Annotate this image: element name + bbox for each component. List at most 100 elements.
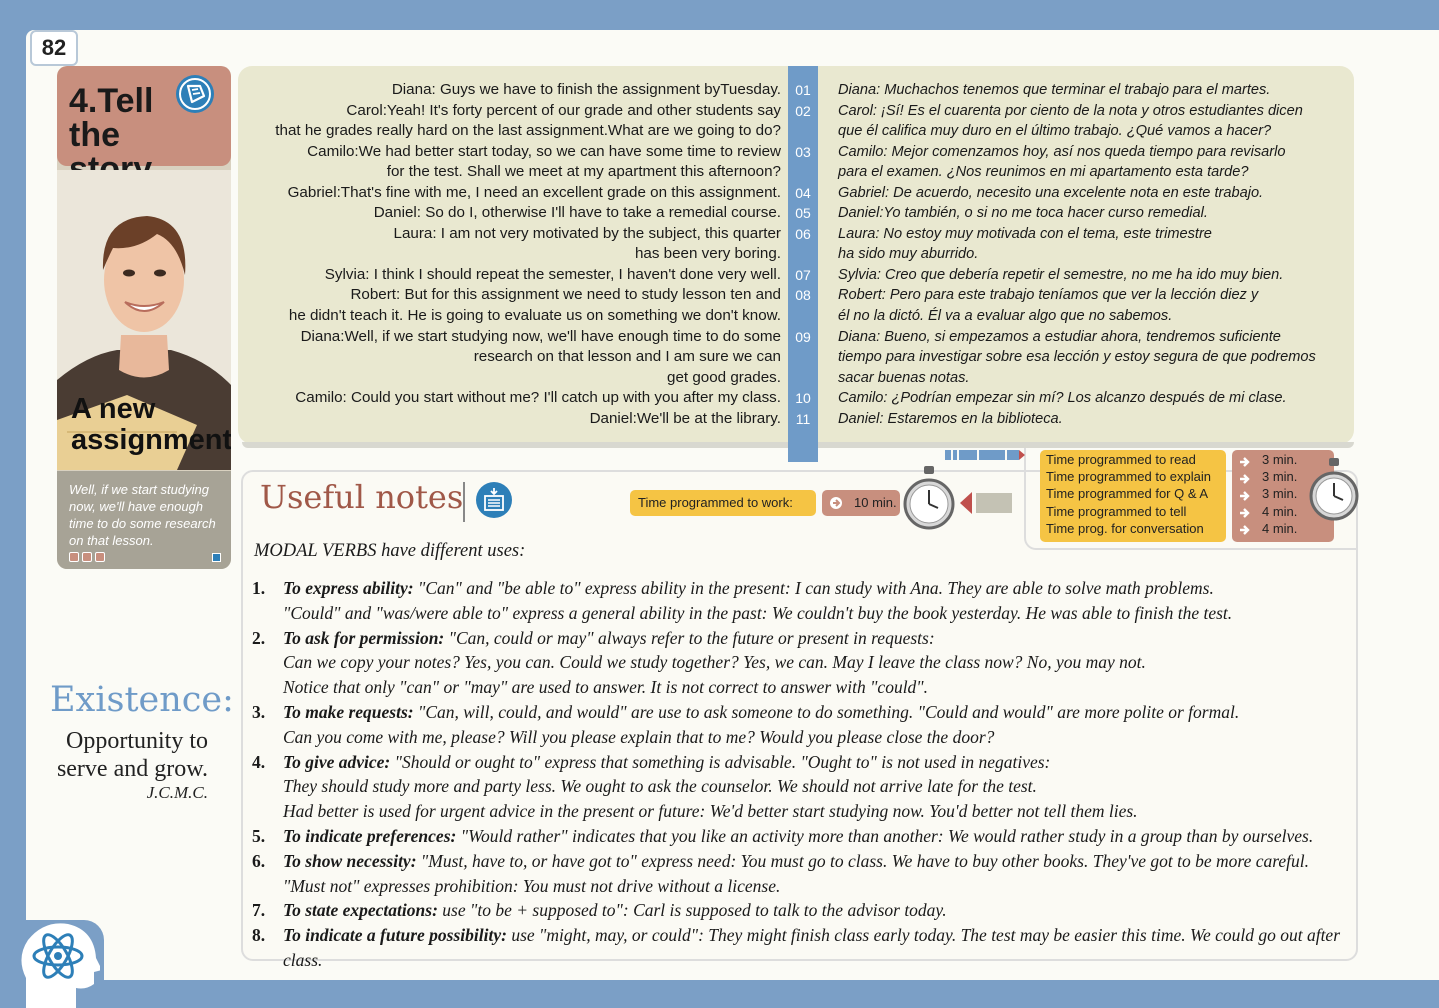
dialog-line-english: Diana:Well, if we start studying now, we… bbox=[300, 327, 781, 345]
timing-label: Time programmed for Q & A bbox=[1046, 486, 1209, 502]
stopwatch-icon bbox=[1309, 458, 1359, 521]
item-title: To make requests: bbox=[283, 701, 414, 722]
item-line: To state expectations: use "to be + supp… bbox=[283, 898, 1352, 923]
dialog-line-spanish: Diana: Bueno, si empezamos a estudiar ah… bbox=[838, 328, 1281, 345]
pager-dot[interactable] bbox=[69, 552, 79, 562]
dialog-line-english: get good grades. bbox=[667, 368, 781, 386]
timing-label: Time prog. for conversation bbox=[1046, 520, 1204, 536]
item-line: They should study more and party less. W… bbox=[283, 774, 1352, 799]
item-number: 6 bbox=[252, 849, 265, 874]
item-number: 5 bbox=[252, 824, 265, 849]
pager-dot[interactable] bbox=[95, 552, 105, 562]
dialog-line-number: 02 bbox=[795, 102, 811, 119]
timing-label: Time programmed to read bbox=[1046, 452, 1196, 467]
work-time-value: 10 min. bbox=[822, 490, 900, 516]
dialog-line-english: Sylvia: I think I should repeat the seme… bbox=[324, 265, 781, 283]
item-line: To indicate preferences: "Would rather" … bbox=[283, 824, 1352, 849]
audio-book-icon[interactable] bbox=[175, 74, 215, 114]
dialog-line-english: Daniel: So do I, otherwise I'll have to … bbox=[373, 204, 781, 222]
timing-label: Time programmed to explain bbox=[1046, 469, 1211, 485]
item-line: Can you come with me, please? Will you p… bbox=[283, 725, 1352, 750]
modal-verb-item: 5 To indicate preferences: "Would rather"… bbox=[252, 824, 1352, 849]
bottom-bar bbox=[0, 980, 1439, 1008]
dialog-line-spanish: Camilo: Mejor comenzamos hoy, así nos qu… bbox=[838, 143, 1286, 160]
dialog-line-number: 04 bbox=[795, 184, 811, 201]
page-number: 82 bbox=[30, 30, 78, 66]
item-text: Had better is used for urgent advice in … bbox=[283, 801, 1138, 822]
item-title: To express ability: bbox=[283, 578, 414, 598]
dialog-line-number bbox=[788, 368, 818, 389]
dialog-line-english: Camilo: Could you start without me? I'll… bbox=[295, 389, 781, 407]
item-text: "Should or ought to" express that someth… bbox=[390, 751, 1051, 772]
dialog-line-spanish: Camilo: ¿Podrían empezar sin mí? Los alc… bbox=[838, 390, 1287, 407]
item-text: "Can" and "be able to" express ability i… bbox=[413, 578, 1214, 598]
modal-verbs-list: 1 To express ability: "Can" and "be able … bbox=[252, 576, 1352, 973]
item-title: To give advice: bbox=[283, 751, 391, 772]
dialog-line-number bbox=[788, 306, 818, 327]
item-title: To indicate a future possibility: bbox=[283, 925, 507, 946]
dialog-line-spanish: Daniel: Estaremos en la biblioteca. bbox=[838, 410, 1063, 427]
dialog-line-number: 07 bbox=[795, 266, 811, 283]
item-number: 1 bbox=[252, 576, 265, 601]
dialog-line-spanish: tiempo para investigar sobre esa lección… bbox=[838, 349, 1316, 366]
dialog-english: Diana: Guys we have to finish the assign… bbox=[241, 80, 781, 429]
modal-verb-item: 2 To ask for permission: "Can, could or m… bbox=[252, 626, 1352, 700]
modal-verb-item: 3 To make requests: "Can, will, could, an… bbox=[252, 700, 1352, 750]
lesson-subtitle: A new assignment bbox=[71, 393, 231, 456]
notes-list-icon[interactable] bbox=[475, 481, 513, 519]
work-time-label: Time programmed to work: bbox=[630, 490, 816, 516]
dialog-line-number: 08 bbox=[795, 287, 811, 304]
progress-strip bbox=[945, 450, 1025, 460]
science-head-icon[interactable] bbox=[16, 918, 100, 1008]
dialog-line-numbers: 01 02 03 04 05 06 07 08 09 10 11 bbox=[788, 80, 818, 429]
dialog-line-english: for the test. Shall we meet at my apartm… bbox=[386, 163, 781, 181]
caption-box: Well, if we start studying now, we'll ha… bbox=[57, 471, 231, 569]
item-line: To express ability: "Can" and "be able t… bbox=[283, 576, 1352, 601]
item-text: They should study more and party less. W… bbox=[283, 776, 1037, 797]
dialog-line-english: research on that lesson and I am sure we… bbox=[473, 348, 781, 366]
dialog-line-spanish: él no la dictó. Él va a evaluar algo que… bbox=[838, 308, 1173, 325]
dialog-line-english: Diana: Guys we have to finish the assign… bbox=[391, 81, 781, 98]
item-line: "Could" and "was/were able to" express a… bbox=[283, 601, 1352, 626]
back-arrow-icon[interactable] bbox=[960, 492, 1012, 514]
dialog-line-number bbox=[788, 347, 818, 368]
stopwatch-icon bbox=[903, 466, 955, 530]
timing-label: Time programmed to tell bbox=[1046, 503, 1187, 519]
dialog-line-number: 01 bbox=[795, 82, 811, 98]
dialog-line-spanish: Robert: Pero para este trabajo teníamos … bbox=[838, 287, 1259, 304]
dialog-line-number: 09 bbox=[795, 328, 811, 345]
pager-dots[interactable] bbox=[69, 552, 105, 562]
dialog-line-spanish: que él califica muy duro en el último tr… bbox=[838, 123, 1272, 140]
dialog-line-number bbox=[788, 244, 818, 265]
item-text: "Can, could or may" always refer to the … bbox=[444, 627, 935, 648]
dialog-line-english: that he grades really hard on the last a… bbox=[275, 122, 781, 140]
pager-dot[interactable] bbox=[82, 552, 92, 562]
quote-title: Existence: bbox=[50, 680, 234, 720]
arrow-column-icons bbox=[1240, 457, 1250, 535]
item-title: To show necessity: bbox=[283, 850, 417, 871]
dialog-line-english: Robert: But for this assignment we need … bbox=[350, 286, 781, 304]
dialog-line-spanish: ha sido muy aburrido. bbox=[838, 246, 979, 263]
item-line: To ask for permission: "Can, could or ma… bbox=[283, 626, 1352, 651]
dialog-line-english: has been very boring. bbox=[634, 245, 781, 263]
item-text: "Could" and "was/were able to" express a… bbox=[283, 602, 1233, 623]
item-line: Can we copy your notes? Yes, you can. Co… bbox=[283, 650, 1352, 675]
item-line: Notice that only "can" or "may" are used… bbox=[283, 675, 1352, 700]
item-number: 3 bbox=[252, 700, 265, 725]
work-time-text: 10 min. bbox=[854, 495, 897, 510]
dialog-line-number: 10 bbox=[795, 390, 811, 407]
item-title: To ask for permission: bbox=[283, 627, 445, 648]
item-line: To give advice: "Should or ought to" exp… bbox=[283, 750, 1352, 775]
dialog-line-number: 03 bbox=[795, 143, 811, 160]
modal-verb-item: 8 To indicate a future possibility: use "… bbox=[252, 923, 1352, 973]
caption-text: Well, if we start studying now, we'll ha… bbox=[69, 482, 216, 548]
expand-icon[interactable] bbox=[212, 553, 221, 562]
dialog-line-english: Carol:Yeah! It's forty percent of our gr… bbox=[346, 101, 781, 119]
timing-labels: Time programmed to read Time programmed … bbox=[1040, 450, 1226, 542]
dialog-line-number bbox=[788, 162, 818, 183]
dialog-line-english: Daniel:We'll be at the library. bbox=[589, 409, 781, 427]
item-title: To indicate preferences: bbox=[283, 825, 457, 846]
item-text: use "to be + supposed to": Carl is suppo… bbox=[437, 900, 947, 921]
quote-text: Opportunity to serve and grow. bbox=[56, 728, 208, 782]
dialog-line-number: 11 bbox=[795, 410, 811, 427]
